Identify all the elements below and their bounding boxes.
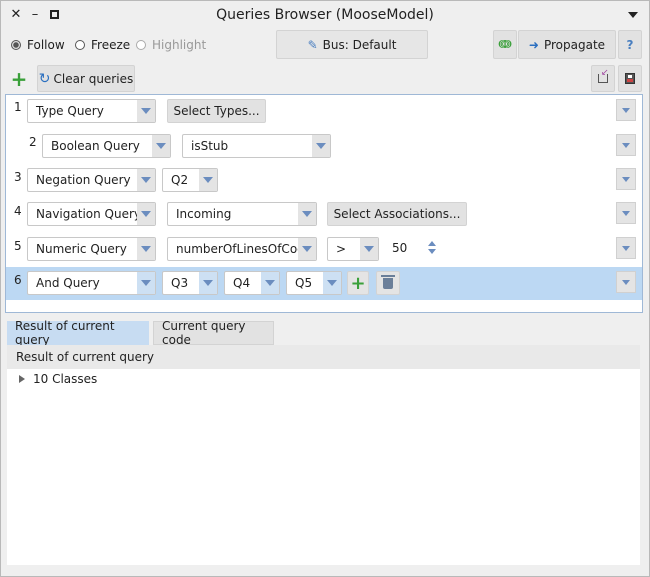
refresh-icon: ↻ (38, 70, 51, 87)
pencil-icon: ✎ (307, 37, 318, 52)
add-operand-icon[interactable]: + (347, 271, 369, 295)
query-number-3: 3 (14, 170, 22, 184)
add-query-icon[interactable]: + (7, 65, 31, 93)
trash-icon[interactable] (376, 271, 400, 295)
select-associations-button[interactable]: Select Associations... (327, 202, 467, 226)
freeze-radio-indicator (75, 40, 85, 50)
query-number-4: 4 (14, 204, 22, 218)
highlight-radio[interactable]: Highlight (136, 37, 206, 53)
follow-radio[interactable]: Follow (11, 37, 65, 53)
inspect-icon[interactable]: ↈ (493, 30, 517, 59)
query-number-6: 6 (14, 273, 22, 287)
help-button[interactable]: ? (618, 30, 642, 59)
query-4-menu-icon[interactable] (616, 202, 636, 224)
bus-button[interactable]: ✎ Bus: Default (276, 30, 428, 59)
freeze-label: Freeze (91, 38, 131, 52)
query-1-menu-icon[interactable] (616, 99, 636, 121)
query-1-type-label: Type Query (36, 104, 104, 118)
clear-queries-button[interactable]: ↻ Clear queries (37, 65, 135, 92)
query-number-2: 2 (29, 135, 37, 149)
query-5-operator-label: > (336, 242, 347, 256)
query-6-type-dropdown[interactable]: And Query (27, 271, 156, 295)
query-2-menu-icon[interactable] (616, 134, 636, 156)
query-5-number-input[interactable]: 50 (392, 241, 407, 255)
query-6-operand-1-dropdown[interactable]: Q3 (162, 271, 218, 295)
save-icon[interactable] (618, 65, 642, 92)
window-title: Queries Browser (MooseModel) (216, 7, 434, 23)
query-3-operand-dropdown[interactable]: Q2 (162, 168, 218, 192)
query-2-type-label: Boolean Query (51, 139, 140, 153)
highlight-label: Highlight (152, 38, 207, 52)
result-tree-item[interactable]: 10 Classes (19, 372, 97, 386)
queries-browser-window: ✕ – Queries Browser (MooseModel) Follow … (0, 0, 650, 577)
queries-panel: 1 Type Query Select Types... 2 Boolean Q… (5, 94, 643, 313)
number-stepper-icon[interactable] (428, 240, 438, 256)
query-5-property-label: numberOfLinesOfCode (176, 242, 298, 256)
query-6-operand-2-dropdown[interactable]: Q4 (224, 271, 280, 295)
select-types-button[interactable]: Select Types... (167, 99, 266, 123)
propagate-icon: ➜ (528, 37, 539, 52)
result-header: Result of current query (7, 345, 640, 369)
query-1-type-dropdown[interactable]: Type Query (27, 99, 156, 123)
query-6-type-label: And Query (36, 276, 100, 290)
export-icon[interactable]: ↙ (591, 65, 615, 92)
query-number-5: 5 (14, 239, 22, 253)
query-2-property-dropdown[interactable]: isStub (182, 134, 331, 158)
window-menu-icon[interactable] (625, 7, 641, 23)
freeze-radio[interactable]: Freeze (75, 37, 130, 53)
query-2-property-label: isStub (191, 139, 229, 153)
clear-queries-label: Clear queries (53, 71, 134, 86)
result-panel (7, 345, 640, 565)
query-3-type-dropdown[interactable]: Negation Query (27, 168, 156, 192)
propagate-button[interactable]: ➜ Propagate (518, 30, 616, 59)
query-5-operator-dropdown[interactable]: > (327, 237, 379, 261)
query-number-1: 1 (14, 100, 22, 114)
tab-result-of-current-query[interactable]: Result of current query (7, 319, 149, 347)
query-6-operand-3-label: Q5 (295, 276, 313, 290)
query-4-type-label: Navigation Query (36, 207, 142, 221)
query-3-menu-icon[interactable] (616, 168, 636, 190)
query-6-operand-1-label: Q3 (171, 276, 189, 290)
query-5-type-dropdown[interactable]: Numeric Query (27, 237, 156, 261)
result-item-label: 10 Classes (33, 372, 98, 386)
query-6-operand-2-label: Q4 (233, 276, 251, 290)
query-4-type-dropdown[interactable]: Navigation Query (27, 202, 156, 226)
propagate-label: Propagate (543, 37, 606, 52)
expand-triangle-icon[interactable] (19, 375, 25, 383)
follow-label: Follow (27, 38, 65, 52)
tab-current-query-code[interactable]: Current query code (153, 319, 274, 347)
query-6-menu-icon[interactable] (616, 271, 636, 293)
follow-radio-indicator (11, 40, 21, 50)
title-bar: ✕ – Queries Browser (MooseModel) (1, 1, 649, 30)
query-2-type-dropdown[interactable]: Boolean Query (42, 134, 171, 158)
query-4-direction-dropdown[interactable]: Incoming (167, 202, 317, 226)
bus-label: Bus: Default (322, 37, 397, 52)
query-5-type-label: Numeric Query (36, 242, 127, 256)
query-4-direction-label: Incoming (176, 207, 232, 221)
highlight-radio-indicator (136, 40, 146, 50)
query-5-menu-icon[interactable] (616, 237, 636, 259)
query-3-type-label: Negation Query (36, 173, 131, 187)
query-5-property-dropdown[interactable]: numberOfLinesOfCode (167, 237, 317, 261)
query-3-operand-label: Q2 (171, 173, 189, 187)
query-6-operand-3-dropdown[interactable]: Q5 (286, 271, 342, 295)
